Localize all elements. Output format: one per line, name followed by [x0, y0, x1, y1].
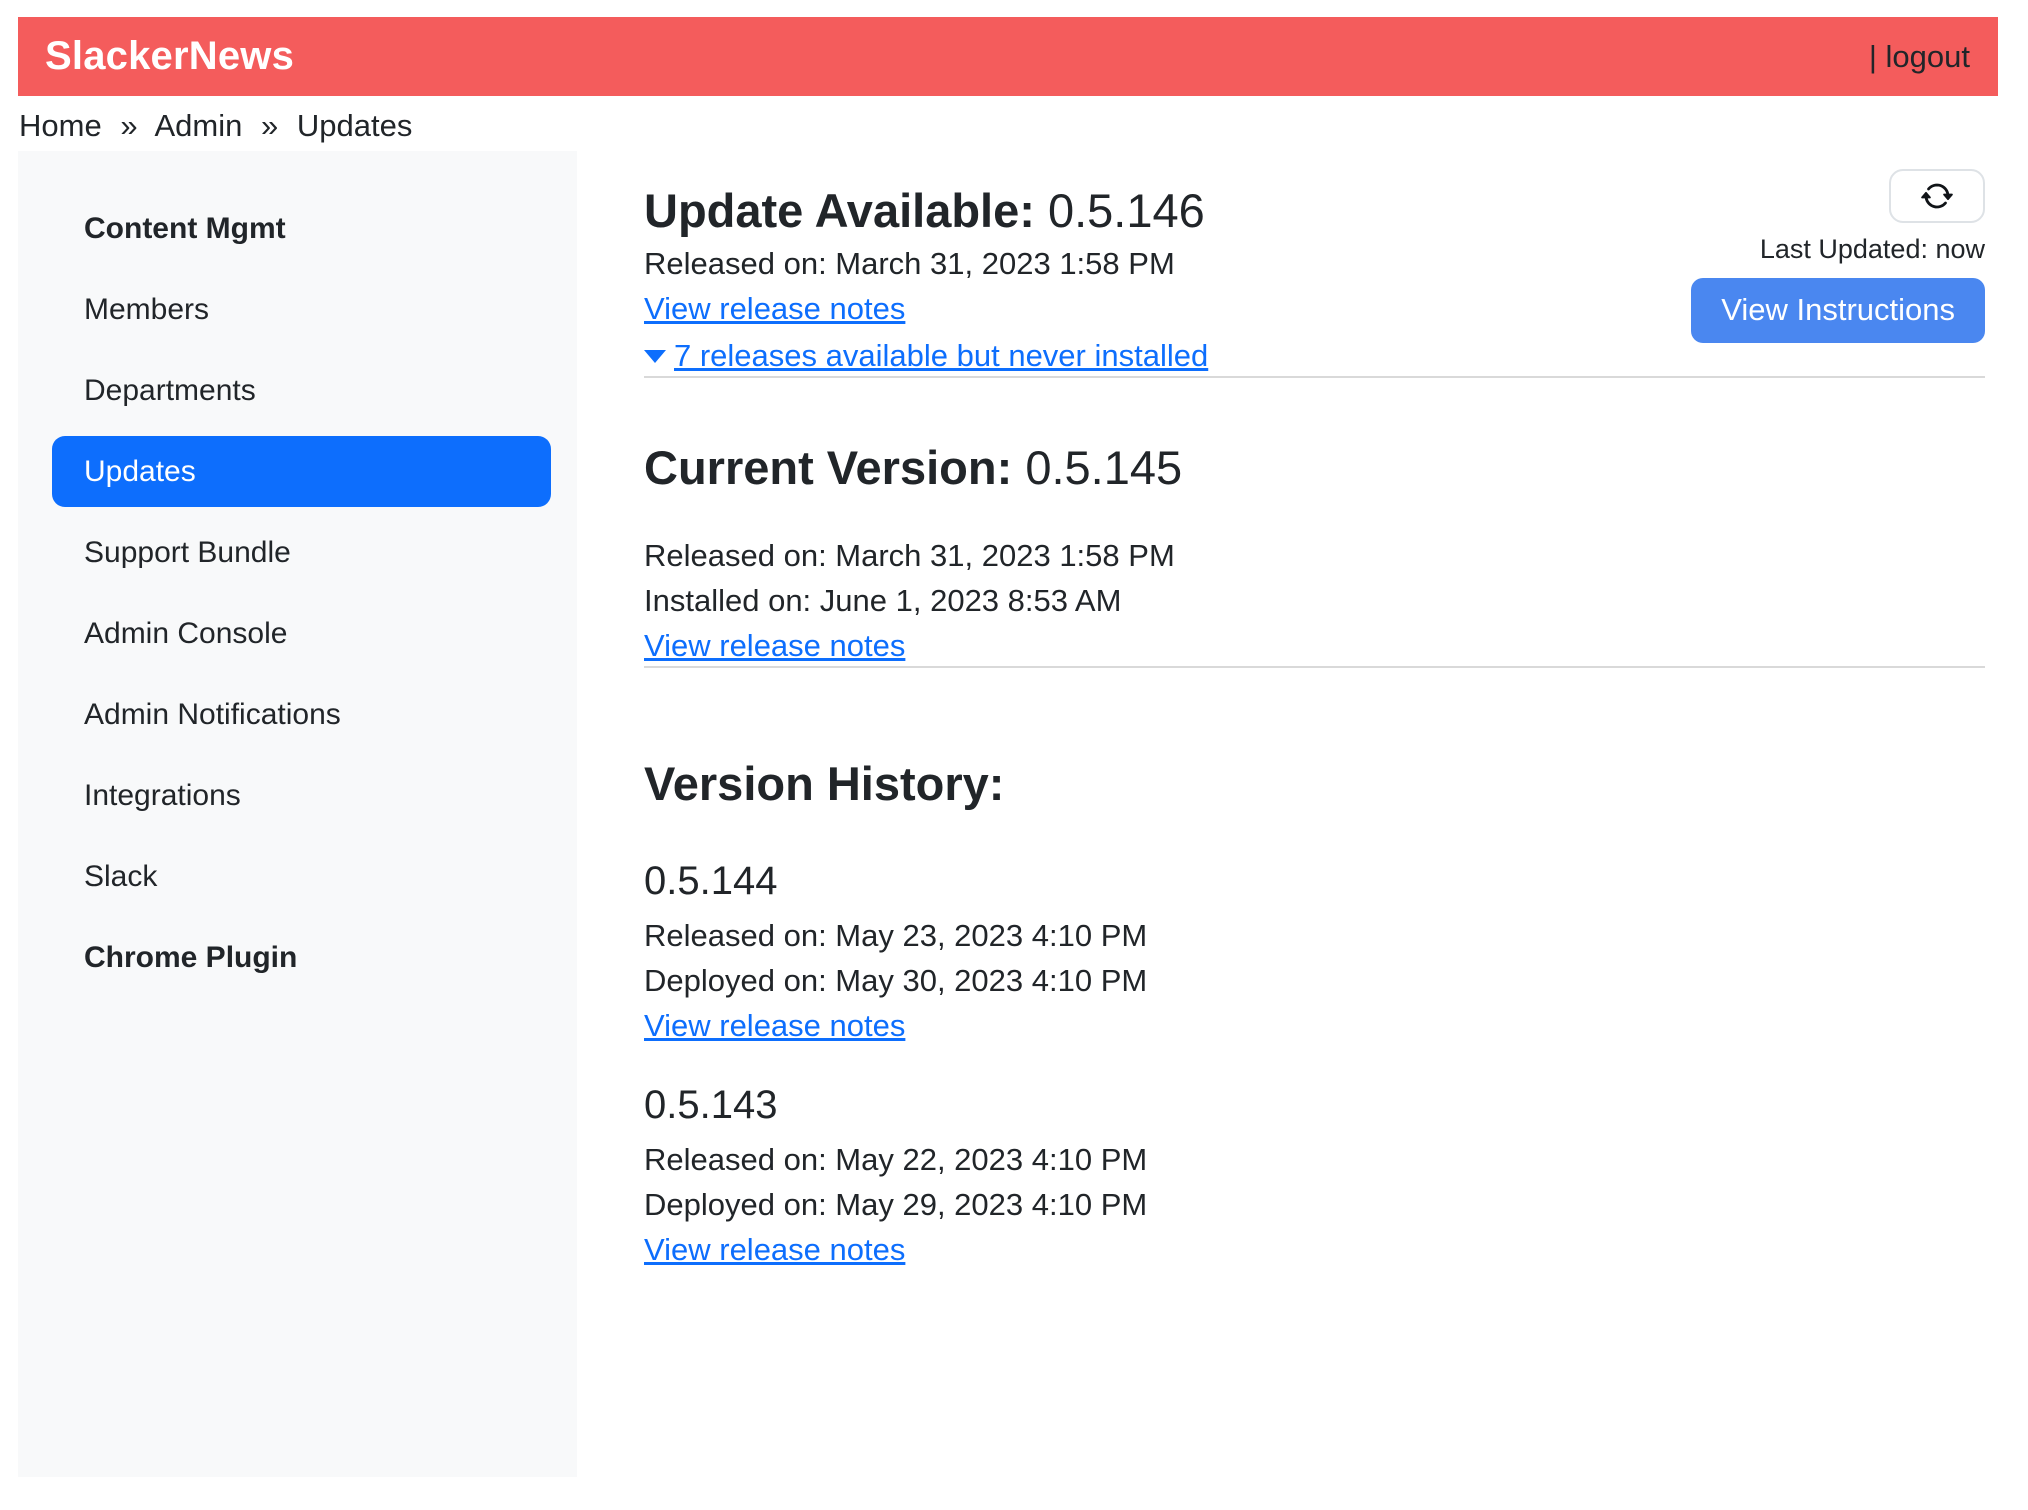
version-history-entry: 0.5.143 Released on: May 22, 2023 4:10 P…: [644, 1080, 1985, 1270]
sidebar: Content Mgmt Members Departments Updates…: [18, 151, 577, 1477]
history-deployed-on: Deployed on: May 29, 2023 4:10 PM: [644, 1185, 1985, 1225]
page: SlackerNews | logout Home » Admin » Upda…: [0, 17, 2028, 1510]
sidebar-item-members[interactable]: Members: [52, 274, 551, 345]
update-released-on: Released on: March 31, 2023 1:58 PM: [644, 244, 1208, 284]
main-content: Update Available: 0.5.146 Released on: M…: [577, 151, 1998, 1270]
logout-link[interactable]: | logout: [1869, 39, 1970, 75]
history-version-number: 0.5.143: [644, 1080, 1985, 1130]
caret-down-icon: [644, 350, 666, 363]
sidebar-item-slack[interactable]: Slack: [52, 841, 551, 912]
current-version-label: Current Version:: [644, 441, 1012, 494]
status-panel: Last Updated: now View Instructions: [1691, 169, 1985, 343]
sidebar-item-chrome-plugin[interactable]: Chrome Plugin: [52, 922, 551, 993]
update-available-version: 0.5.146: [1048, 184, 1205, 237]
history-released-on: Released on: May 22, 2023 4:10 PM: [644, 1140, 1985, 1180]
current-installed-on: Installed on: June 1, 2023 8:53 AM: [644, 581, 1985, 621]
version-history-heading: Version History:: [644, 756, 1985, 812]
sidebar-item-support-bundle[interactable]: Support Bundle: [52, 517, 551, 588]
history-release-notes-link[interactable]: View release notes: [644, 1006, 905, 1046]
history-released-on: Released on: May 23, 2023 4:10 PM: [644, 916, 1985, 956]
update-available-label: Update Available:: [644, 184, 1035, 237]
sidebar-item-content-mgmt[interactable]: Content Mgmt: [52, 193, 551, 264]
update-available-section: Update Available: 0.5.146 Released on: M…: [644, 151, 1985, 376]
breadcrumb-separator: »: [120, 108, 137, 143]
releases-toggle[interactable]: 7 releases available but never installed: [644, 336, 1208, 376]
app-header: SlackerNews | logout: [18, 17, 1998, 96]
app-title[interactable]: SlackerNews: [45, 34, 294, 79]
current-version-heading: Current Version: 0.5.145: [644, 440, 1985, 496]
breadcrumb-updates: Updates: [297, 108, 412, 143]
update-available-info: Update Available: 0.5.146 Released on: M…: [644, 151, 1208, 376]
version-history-section: Version History: 0.5.144 Released on: Ma…: [644, 756, 1985, 1270]
breadcrumb: Home » Admin » Updates: [19, 107, 1998, 144]
divider: [644, 376, 1985, 378]
current-version-number: 0.5.145: [1025, 441, 1182, 494]
history-deployed-on: Deployed on: May 30, 2023 4:10 PM: [644, 961, 1985, 1001]
history-version-number: 0.5.144: [644, 856, 1985, 906]
refresh-button[interactable]: [1889, 169, 1985, 223]
sidebar-item-admin-console[interactable]: Admin Console: [52, 598, 551, 669]
update-available-heading: Update Available: 0.5.146: [644, 183, 1208, 239]
current-version-section: Current Version: 0.5.145 Released on: Ma…: [644, 440, 1985, 666]
arrow-repeat-icon: [1921, 180, 1953, 212]
current-release-notes-link[interactable]: View release notes: [644, 626, 905, 666]
version-history-entry: 0.5.144 Released on: May 23, 2023 4:10 P…: [644, 856, 1985, 1046]
divider: [644, 666, 1985, 668]
current-released-on: Released on: March 31, 2023 1:58 PM: [644, 536, 1985, 576]
update-release-notes-link[interactable]: View release notes: [644, 289, 905, 329]
view-instructions-button[interactable]: View Instructions: [1691, 278, 1985, 343]
history-release-notes-link[interactable]: View release notes: [644, 1230, 905, 1270]
sidebar-item-updates[interactable]: Updates: [52, 436, 551, 507]
breadcrumb-separator: »: [261, 108, 278, 143]
releases-toggle-link[interactable]: 7 releases available but never installed: [674, 336, 1208, 376]
content-row: Content Mgmt Members Departments Updates…: [18, 151, 1998, 1477]
sidebar-item-integrations[interactable]: Integrations: [52, 760, 551, 831]
sidebar-item-departments[interactable]: Departments: [52, 355, 551, 426]
breadcrumb-admin[interactable]: Admin: [154, 108, 242, 143]
sidebar-item-admin-notifications[interactable]: Admin Notifications: [52, 679, 551, 750]
last-updated-text: Last Updated: now: [1760, 234, 1985, 265]
breadcrumb-home[interactable]: Home: [19, 108, 102, 143]
